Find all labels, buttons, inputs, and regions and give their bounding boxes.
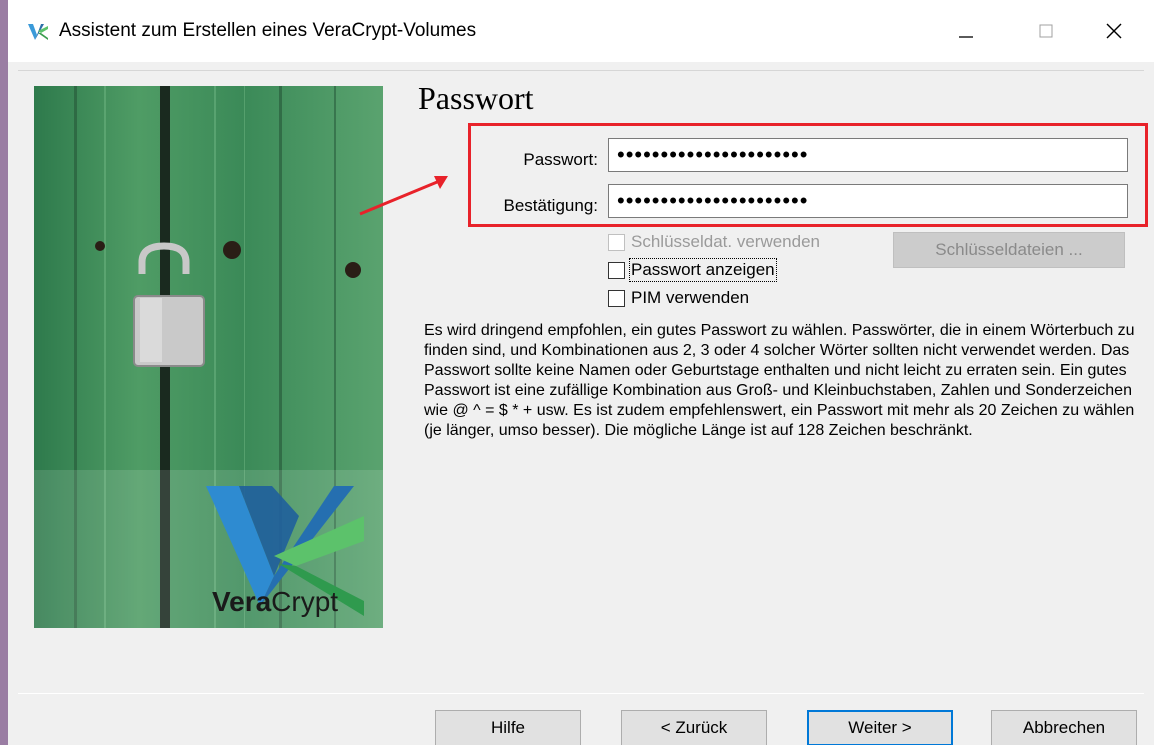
use-pim-option[interactable]: PIM verwenden <box>608 288 749 308</box>
cancel-button[interactable]: Abbrechen <box>991 710 1137 745</box>
use-pim-label: PIM verwenden <box>631 288 750 307</box>
highlight-rectangle <box>468 123 1148 227</box>
use-keyfiles-checkbox[interactable] <box>608 233 625 251</box>
show-password-label: Passwort anzeigen <box>629 258 777 282</box>
veracrypt-wordmark: VeraCrypt <box>212 586 339 617</box>
wizard-window: Assistent zum Erstellen eines VeraCrypt-… <box>8 0 1154 745</box>
use-keyfiles-option[interactable]: Schlüsseldat. verwenden <box>608 232 820 252</box>
veracrypt-app-icon <box>28 24 48 45</box>
password-advice-text: Es wird dringend empfohlen, ein gutes Pa… <box>424 322 1135 439</box>
page-title: Passwort <box>418 80 534 116</box>
close-button[interactable] <box>1074 0 1154 62</box>
use-pim-checkbox[interactable] <box>608 289 625 307</box>
close-icon <box>1106 23 1122 39</box>
title-bar: Assistent zum Erstellen eines VeraCrypt-… <box>8 0 1154 62</box>
keyfiles-button[interactable]: Schlüsseldateien ... <box>893 232 1125 268</box>
red-arrow-icon <box>359 176 448 216</box>
window-title: Assistent zum Erstellen eines VeraCrypt-… <box>59 20 477 41</box>
minimize-icon <box>959 36 973 38</box>
use-keyfiles-label: Schlüsseldat. verwenden <box>631 232 821 251</box>
minimize-button[interactable] <box>926 0 1006 62</box>
help-button[interactable]: Hilfe <box>435 710 581 745</box>
wizard-image-panel: VeraCrypt <box>34 86 383 628</box>
next-button[interactable]: Weiter > <box>807 710 953 745</box>
maximize-icon <box>1039 24 1053 38</box>
back-button[interactable]: < Zurück <box>621 710 767 745</box>
show-password-option[interactable]: Passwort anzeigen <box>608 258 777 282</box>
show-password-checkbox[interactable] <box>608 261 625 279</box>
